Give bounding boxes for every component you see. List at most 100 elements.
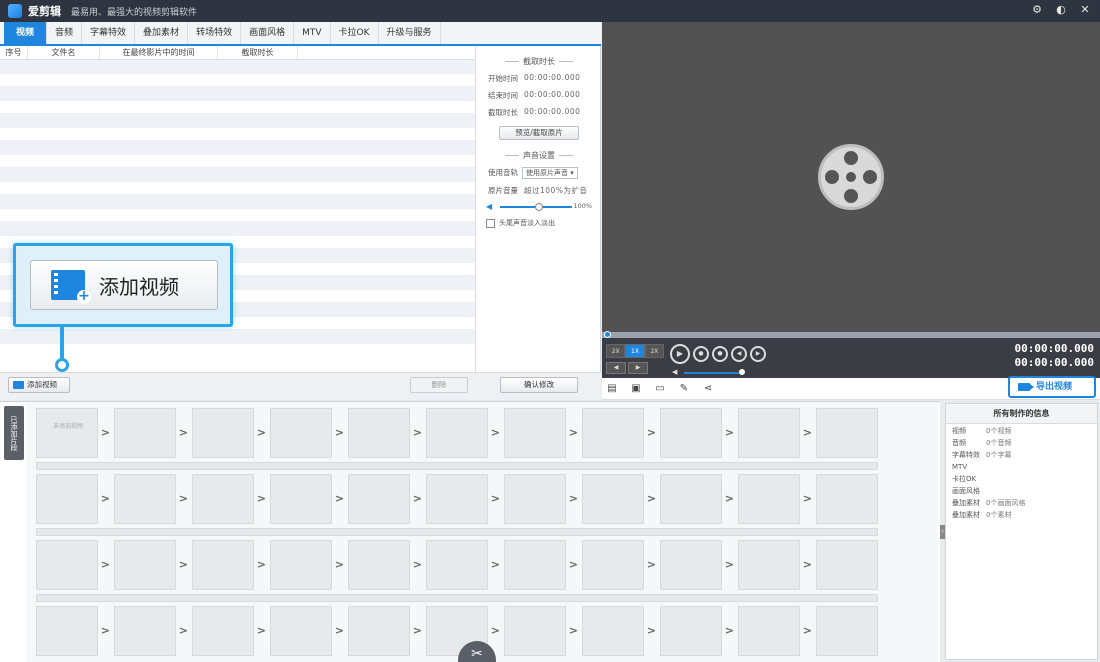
timeline-clip-slot[interactable]: >: [192, 606, 266, 656]
timeline-clip-slot[interactable]: >: [738, 606, 812, 656]
tab-upgrade[interactable]: 升级与服务: [379, 22, 441, 44]
list-row[interactable]: [0, 209, 475, 222]
col-index[interactable]: 序号: [0, 46, 28, 59]
timeline-tracks[interactable]: 音频 >未添加视频>>>>>>>>>>>>>>>>>>>>>>>>>>>>>>>…: [26, 402, 938, 662]
timeline-clip-slot[interactable]: >: [582, 408, 656, 458]
close-icon[interactable]: ✕: [1078, 3, 1092, 17]
confirm-button[interactable]: 确认修改: [500, 377, 578, 393]
audio-track-select[interactable]: 使用原片声音 ▾: [522, 167, 578, 179]
timeline-clip-slot[interactable]: >: [504, 474, 578, 524]
timeline-clip-slot[interactable]: >: [660, 606, 734, 656]
tab-karaoke[interactable]: 卡拉OK: [331, 22, 379, 44]
timeline-clip-slot[interactable]: >: [816, 408, 878, 458]
timeline-clip-slot[interactable]: >: [270, 408, 344, 458]
forward-button[interactable]: ▶: [750, 346, 766, 362]
timeline-clip-slot[interactable]: >: [114, 540, 188, 590]
timeline-clip-slot[interactable]: >: [192, 474, 266, 524]
play-button[interactable]: ▶: [670, 344, 690, 364]
timeline-clip-slot[interactable]: >: [348, 540, 422, 590]
list-row[interactable]: [0, 330, 475, 344]
share-icon[interactable]: ⋖: [702, 383, 714, 395]
playback-progress[interactable]: [602, 331, 1100, 338]
screenshot-icon[interactable]: ▭: [654, 383, 666, 395]
edit-icon[interactable]: ✎: [678, 383, 690, 395]
export-video-button[interactable]: 导出视频: [1008, 376, 1096, 398]
list-row[interactable]: [0, 141, 475, 155]
timeline-clip-slot[interactable]: >: [582, 606, 656, 656]
timeline-clip-slot[interactable]: >: [270, 540, 344, 590]
col-filename[interactable]: 文件名: [28, 46, 100, 59]
speed-fast[interactable]: 2X: [644, 344, 664, 358]
list-row[interactable]: [0, 74, 475, 87]
list-row[interactable]: [0, 128, 475, 141]
speed-normal[interactable]: 1X: [625, 344, 645, 358]
skin-icon[interactable]: ◐: [1054, 3, 1068, 17]
list-row[interactable]: [0, 87, 475, 101]
end-time-value[interactable]: 00:00:00.000: [524, 90, 580, 101]
timeline-clip-slot[interactable]: >: [348, 606, 422, 656]
col-duration[interactable]: 截取时长: [218, 46, 298, 59]
preview-clip-button[interactable]: 预览/截取原片: [499, 126, 579, 140]
fade-checkbox[interactable]: [486, 218, 495, 228]
timeline-clip-slot[interactable]: >: [114, 408, 188, 458]
list-row[interactable]: [0, 60, 475, 74]
prev-frame-button[interactable]: ◀: [606, 362, 626, 374]
timeline-clip-slot[interactable]: >: [738, 474, 812, 524]
timeline-clip-slot[interactable]: >: [36, 606, 110, 656]
open-folder-icon[interactable]: ▣: [630, 383, 642, 395]
callout-add-video-button[interactable]: + 添加视频: [30, 260, 218, 310]
timeline-clip-slot[interactable]: >: [270, 606, 344, 656]
timeline-clip-slot[interactable]: >: [660, 474, 734, 524]
timeline-clip-slot[interactable]: >: [192, 540, 266, 590]
list-row[interactable]: [0, 222, 475, 236]
progress-handle[interactable]: [604, 331, 611, 338]
next-frame-button[interactable]: ▶: [628, 362, 648, 374]
list-row[interactable]: [0, 155, 475, 168]
timeline-clip-slot[interactable]: >: [816, 474, 878, 524]
tab-video[interactable]: 视频: [4, 22, 48, 44]
timeline-clip-slot[interactable]: >: [270, 474, 344, 524]
tab-subtitle-effects[interactable]: 字幕特效: [82, 22, 136, 44]
timeline-clip-slot[interactable]: >: [426, 474, 500, 524]
tab-transitions[interactable]: 转场特效: [188, 22, 242, 44]
delete-button[interactable]: 删除: [410, 377, 468, 393]
settings-icon[interactable]: ⚙: [1030, 3, 1044, 17]
tab-styles[interactable]: 画面风格: [241, 22, 295, 44]
timeline-clip-slot[interactable]: >: [582, 540, 656, 590]
add-video-button[interactable]: 添加视频: [8, 377, 70, 393]
timeline-clip-slot[interactable]: >: [582, 474, 656, 524]
timeline-clip-slot[interactable]: >: [504, 540, 578, 590]
timeline-clip-slot[interactable]: > 未添加视频: [36, 408, 110, 458]
tab-mtv[interactable]: MTV: [294, 22, 331, 44]
list-row[interactable]: [0, 182, 475, 195]
list-row[interactable]: [0, 168, 475, 182]
stop-button[interactable]: ●: [693, 346, 709, 362]
save-icon[interactable]: ▤: [606, 383, 618, 395]
speed-slow[interactable]: 2X: [606, 344, 626, 358]
video-preview[interactable]: [602, 22, 1100, 332]
timeline-clip-slot[interactable]: >: [36, 474, 110, 524]
timeline-clip-slot[interactable]: >: [114, 474, 188, 524]
timeline-clip-slot[interactable]: >: [816, 606, 878, 656]
timeline-clip-slot[interactable]: >: [660, 540, 734, 590]
player-volume-handle[interactable]: [739, 369, 745, 375]
list-row[interactable]: [0, 195, 475, 209]
fade-checkbox-row[interactable]: 头尾声音淡入淡出: [478, 218, 600, 228]
timeline-clip-slot[interactable]: >: [426, 408, 500, 458]
tab-overlay[interactable]: 叠加素材: [135, 22, 189, 44]
timeline-side-tab[interactable]: 已添加片段: [4, 406, 24, 460]
timeline-clip-slot[interactable]: >: [114, 606, 188, 656]
timeline-clip-slot[interactable]: >: [738, 540, 812, 590]
rewind-button[interactable]: ◀: [731, 346, 747, 362]
timeline-clip-slot[interactable]: >: [192, 408, 266, 458]
tab-audio[interactable]: 音频: [47, 22, 83, 44]
timeline-clip-slot[interactable]: >: [504, 408, 578, 458]
timeline-clip-slot[interactable]: >: [504, 606, 578, 656]
timeline-clip-slot[interactable]: >: [348, 474, 422, 524]
timeline-clip-slot[interactable]: >: [816, 540, 878, 590]
timeline-clip-slot[interactable]: >: [660, 408, 734, 458]
list-row[interactable]: [0, 101, 475, 114]
volume-slider-handle[interactable]: [535, 203, 543, 211]
record-button[interactable]: ●: [712, 346, 728, 362]
timeline-clip-slot[interactable]: >: [426, 540, 500, 590]
